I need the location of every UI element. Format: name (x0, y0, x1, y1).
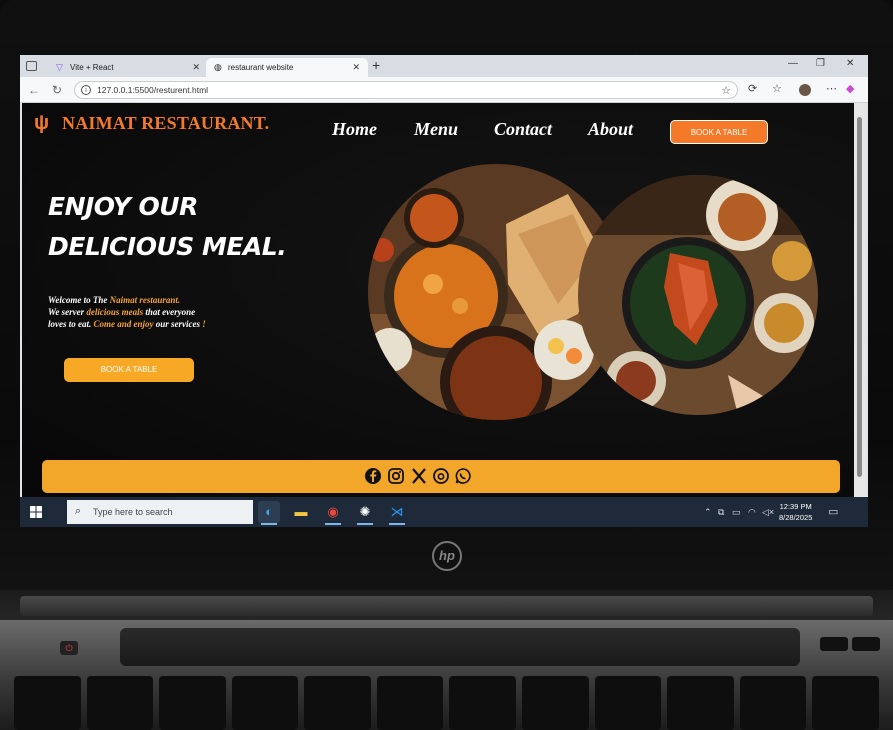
tab-close-icon[interactable]: ✕ (352, 62, 360, 73)
hp-logo: hp (432, 541, 462, 571)
favorite-star-icon[interactable]: ☆ (721, 84, 731, 97)
keyboard-key[interactable] (739, 676, 807, 730)
fork-knife-icon: ψ (34, 112, 50, 134)
address-bar-row: ← ↻ i 127.0.0.1:5500/resturent.html ☆ ⟳ … (20, 77, 868, 103)
welcome-text-part: We server (48, 307, 87, 317)
hinge-strip (20, 596, 873, 616)
search-icon: ⌕ (75, 505, 82, 517)
power-button[interactable]: ⏻ (60, 641, 78, 655)
nav-menu-link[interactable]: Menu (414, 119, 458, 140)
keyboard-key[interactable] (522, 676, 589, 730)
chatgpt-icon[interactable]: ✺ (354, 501, 376, 525)
refresh-button[interactable]: ↻ (52, 83, 62, 97)
x-icon[interactable] (410, 467, 428, 485)
threads-icon[interactable] (432, 467, 450, 485)
wifi-icon[interactable]: ◠ (748, 507, 756, 518)
tab-vite-react[interactable]: ▽ Vite + React ✕ (48, 58, 208, 77)
keyboard-key[interactable] (376, 676, 444, 730)
url-text: 127.0.0.1:5500/resturent.html (97, 85, 209, 95)
welcome-text-part: our services (153, 319, 203, 329)
tab-label: restaurant website (228, 63, 294, 72)
clock-time: 12:39 PM (779, 502, 812, 511)
notifications-icon[interactable]: ▭ (828, 505, 838, 518)
taskbar-search-input[interactable]: ⌕ Type here to search (67, 500, 253, 524)
browser-tab-bar: ▽ Vite + React ✕ ◍ restaurant website ✕ … (20, 55, 868, 77)
keyboard-key[interactable] (812, 676, 879, 730)
scrollbar-thumb[interactable] (857, 117, 862, 477)
welcome-text-part: loves to eat. (48, 319, 94, 329)
extensions-icon[interactable]: ⟳ (748, 82, 757, 95)
keyboard-key[interactable] (304, 676, 371, 730)
keyboard-key[interactable] (159, 676, 226, 730)
show-hidden-icons[interactable]: ⌃ (704, 507, 712, 518)
restore-button[interactable]: ❐ (816, 58, 825, 69)
tab-actions-icon[interactable] (26, 61, 37, 71)
welcome-highlight: delicious meals (86, 307, 144, 317)
laptop-screen: ▽ Vite + React ✕ ◍ restaurant website ✕ … (20, 55, 868, 527)
hero-book-table-button[interactable]: BOOK A TABLE (64, 358, 194, 382)
tab-close-icon[interactable]: ✕ (192, 62, 200, 73)
keyboard-key[interactable] (449, 676, 517, 730)
hero-headline: ENJOY OUR DELICIOUS MEAL. (48, 187, 287, 267)
meet-now-icon[interactable]: ⧉ (718, 507, 724, 518)
search-placeholder: Type here to search (93, 507, 173, 517)
laptop-function-button[interactable] (820, 637, 848, 651)
tab-restaurant-website[interactable]: ◍ restaurant website ✕ (206, 58, 368, 77)
minimize-button[interactable]: — (788, 58, 798, 69)
keyboard-row (0, 676, 893, 730)
windows-taskbar: ⌕ Type here to search ◐ ▬ ◉ ✺ ⋊ ⌃ ⧉ ▭ ◠ … (20, 497, 868, 527)
page-scrollbar[interactable] (854, 103, 866, 497)
favorites-icon[interactable]: ☆ (772, 82, 782, 95)
keyboard-key[interactable] (86, 676, 154, 730)
welcome-text: Welcome to The Naimat restaurant. We ser… (48, 294, 206, 330)
volume-icon[interactable]: ◁× (762, 507, 774, 518)
chrome-icon[interactable]: ◉ (322, 501, 344, 525)
food-illustration-right (578, 175, 818, 415)
nav-about-link[interactable]: About (588, 119, 633, 140)
welcome-highlight: Come and enjoy (93, 319, 154, 329)
url-input[interactable]: i 127.0.0.1:5500/resturent.html ☆ (74, 81, 738, 99)
speaker-panel (120, 628, 800, 666)
close-window-button[interactable]: ✕ (846, 58, 854, 69)
keyboard-key[interactable] (14, 676, 81, 730)
headline-line-2: DELICIOUS MEAL. (48, 232, 287, 261)
tab-label: Vite + React (70, 63, 114, 72)
laptop-function-button[interactable] (852, 637, 880, 651)
windows-start-icon[interactable] (30, 506, 42, 518)
nav-book-table-button[interactable]: BOOK A TABLE (670, 120, 768, 144)
social-footer-bar (42, 460, 840, 493)
globe-icon: ◍ (214, 62, 222, 72)
taskbar-clock[interactable]: 12:39 PM 8/28/2025 (779, 501, 812, 523)
edge-icon[interactable]: ◐ (258, 501, 280, 525)
back-button[interactable]: ← (28, 83, 40, 97)
new-tab-button[interactable]: + (372, 57, 380, 73)
welcome-highlight: Naimat restaurant. (109, 295, 181, 305)
facebook-icon[interactable] (364, 467, 382, 485)
nav-contact-link[interactable]: Contact (494, 119, 552, 140)
site-info-icon[interactable]: i (81, 85, 91, 95)
headline-line-1: ENJOY OUR (48, 192, 198, 221)
copilot-icon[interactable]: ◆ (846, 82, 854, 95)
site-logo[interactable]: NAIMAT RESTAURANT. (62, 113, 269, 134)
keyboard-key[interactable] (594, 676, 662, 730)
vite-icon: ▽ (56, 62, 63, 72)
whatsapp-icon[interactable] (454, 467, 472, 485)
instagram-icon[interactable] (387, 467, 405, 485)
food-plate-image-right (578, 175, 818, 415)
welcome-highlight: ! (202, 319, 206, 329)
welcome-text-part: Welcome to The (48, 295, 110, 305)
keyboard-key[interactable] (231, 676, 299, 730)
welcome-text-part: that everyone (143, 307, 196, 317)
vscode-icon[interactable]: ⋊ (386, 501, 408, 525)
file-explorer-icon[interactable]: ▬ (290, 501, 312, 523)
profile-avatar[interactable] (799, 84, 811, 96)
nav-home-link[interactable]: Home (332, 119, 377, 140)
keyboard-key[interactable] (667, 676, 734, 730)
battery-icon[interactable]: ▭ (732, 507, 741, 518)
clock-date: 8/28/2025 (779, 513, 813, 522)
more-menu-icon[interactable]: ⋯ (826, 82, 837, 95)
website-viewport: ψ NAIMAT RESTAURANT. Home Menu Contact A… (22, 103, 854, 497)
